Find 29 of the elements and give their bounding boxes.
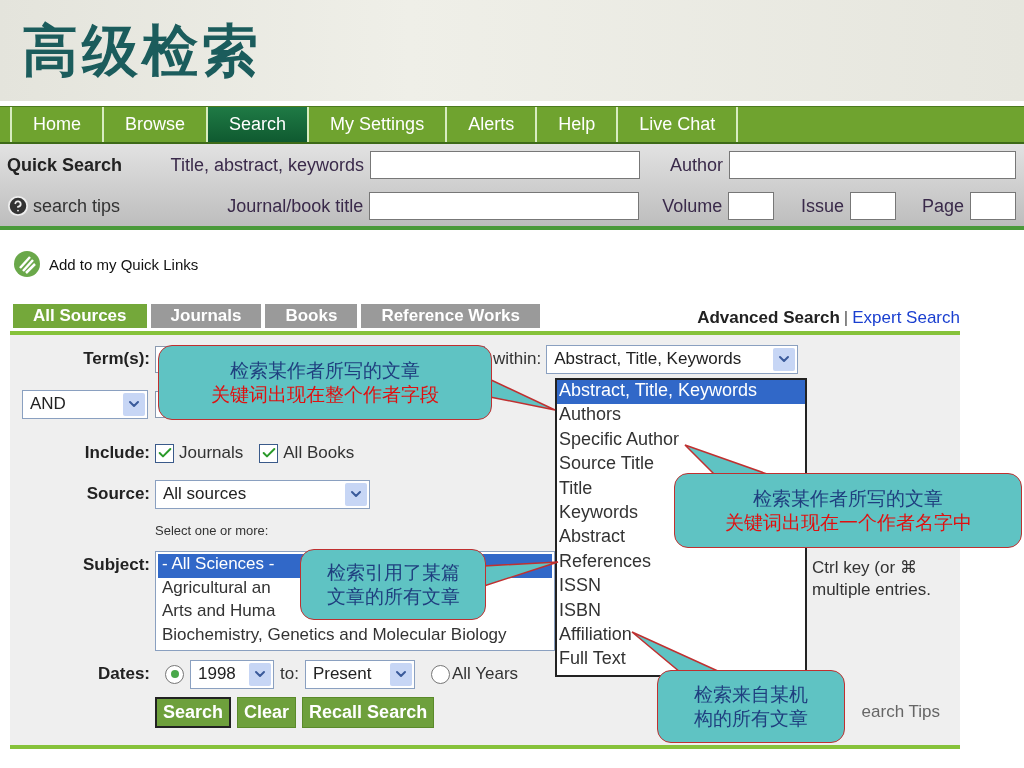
field-label: Term(s): [82,349,150,369]
field-label: Author [668,154,723,176]
separator: | [843,308,849,328]
callout-text: 构的所有文章 [694,706,808,731]
field-label: Include: [83,443,150,463]
field-label: Volume [661,195,723,217]
field-label: Page [920,195,964,217]
field-label: Title, abstract, keywords [169,154,364,176]
field-label: Subject: [81,555,150,575]
callout-text: 检索来自某机 [694,682,808,707]
note-text: multiple entries. [812,580,932,600]
checkbox-label: All Books [283,443,355,463]
field-label: within: [493,349,542,369]
callout-text: 文章的所有文章 [326,584,460,609]
note-text: Ctrl key (or ⌘ [812,557,918,578]
quick-search-heading: Quick Search [7,154,124,176]
field-label: Issue [800,195,845,217]
callout-text: 关键词出现在整个作者字段 [211,382,439,407]
slide-title: 高级检索 [22,19,262,84]
field-label: to: [280,664,299,684]
callout-text: 检索某作者所写的文章 [753,486,943,511]
radio-label: All Years [451,664,519,684]
checkbox-label: Journals [179,443,244,463]
hint-text: Select one or more: [155,522,269,538]
field-label: Journal/book title [226,195,364,217]
field-label: Dates: [97,664,150,684]
field-label: Source: [85,484,150,504]
callout-text: 关键词出现在一个作者名字中 [724,510,972,535]
callout-text: 检索某作者所写的文章 [230,358,420,383]
